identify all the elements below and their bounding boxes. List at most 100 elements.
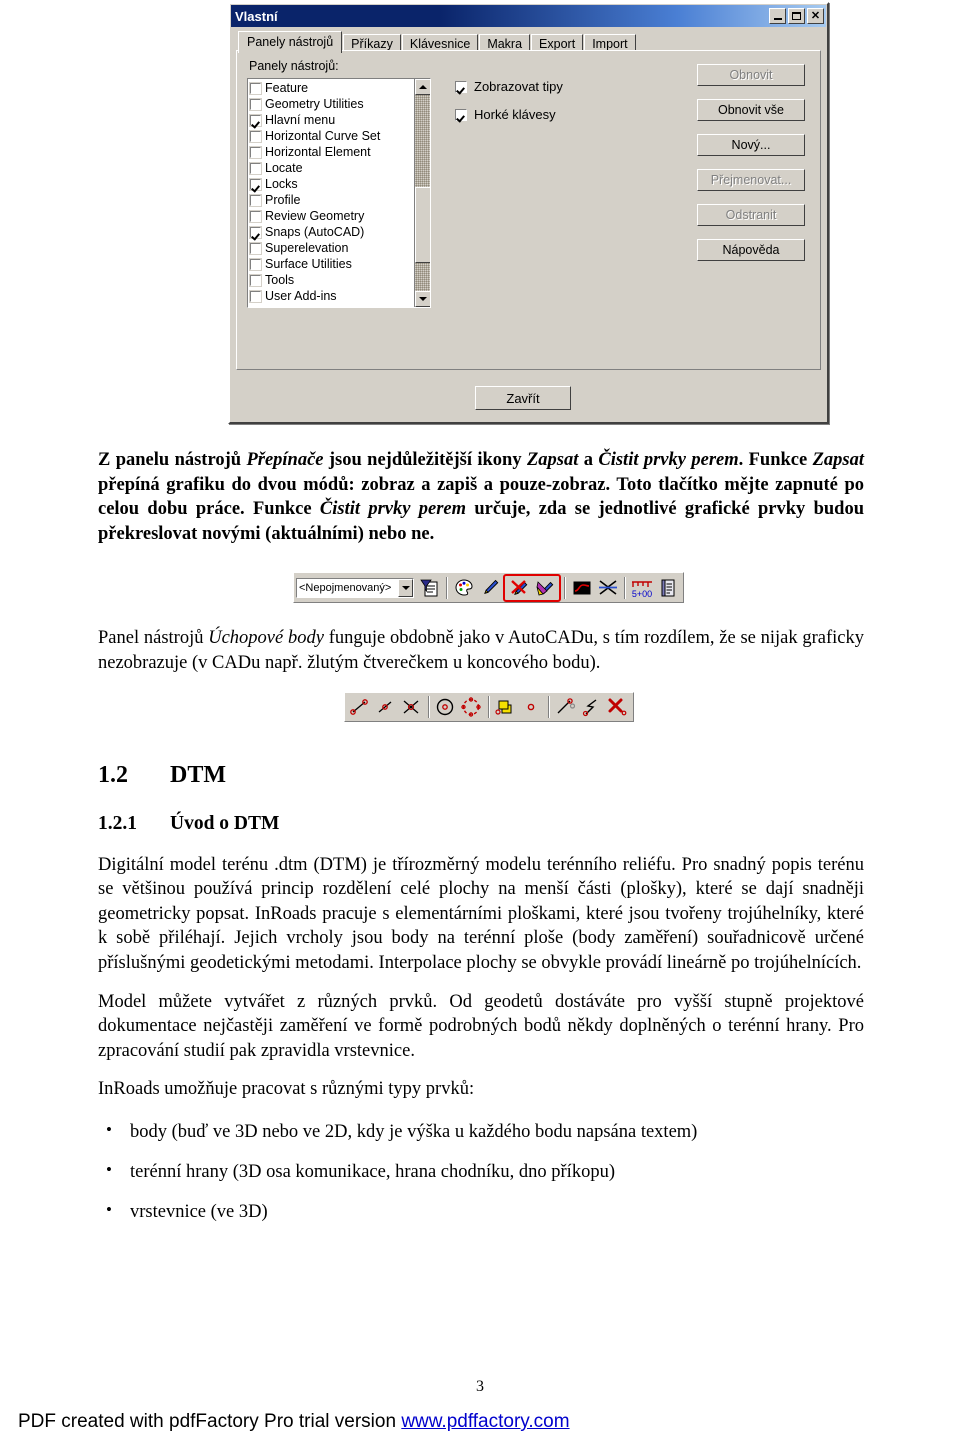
tab-label: Klávesnice xyxy=(409,37,471,51)
display-curve-icon[interactable] xyxy=(569,575,595,601)
snap-node-icon[interactable] xyxy=(519,694,545,720)
napoveda-button[interactable]: Nápověda xyxy=(697,239,805,261)
text-run-italic: Přepínače xyxy=(246,450,324,470)
scrollbar-thumb[interactable] xyxy=(415,187,430,263)
snap-center-icon[interactable] xyxy=(433,694,459,720)
checkbox[interactable] xyxy=(249,113,262,127)
checkbox[interactable] xyxy=(249,225,262,239)
list-item[interactable]: Horizontal Curve Set xyxy=(249,128,414,144)
list-item[interactable]: Geometry Utilities xyxy=(249,96,414,112)
checkbox[interactable] xyxy=(249,257,262,271)
clear-pen-icon[interactable] xyxy=(506,575,532,601)
heading-text: DTM xyxy=(170,761,226,788)
obnovit-button[interactable]: Obnovit xyxy=(697,64,805,86)
list-item[interactable]: Snaps (AutoCAD) xyxy=(249,224,414,240)
checkbox[interactable] xyxy=(249,145,262,159)
option-label: Zobrazovat tipy xyxy=(474,79,563,94)
prepinace-toolbar-image: <Nepojmenovaný> 5+00 xyxy=(293,572,684,603)
snap-insertion-icon[interactable] xyxy=(493,694,519,720)
heading-number: 1.2 xyxy=(98,761,128,788)
list-item[interactable]: Superelevation xyxy=(249,240,414,256)
pdf-footer: PDF created with pdfFactory Pro trial ve… xyxy=(18,1411,570,1433)
checkbox[interactable] xyxy=(249,289,262,303)
named-view-icon[interactable] xyxy=(417,575,443,601)
snap-none-icon[interactable] xyxy=(605,694,631,720)
list-item[interactable]: Tools xyxy=(249,272,414,288)
snap-intersection-icon[interactable] xyxy=(399,694,425,720)
list-item[interactable]: Locate xyxy=(249,160,414,176)
list-item[interactable]: Profile xyxy=(249,192,414,208)
checkbox[interactable] xyxy=(249,97,262,111)
zavrit-button[interactable]: Zavřít xyxy=(475,386,571,410)
scroll-down-icon[interactable] xyxy=(415,291,430,307)
snap-tangent-icon[interactable] xyxy=(579,694,605,720)
tab-panel: Panely nástrojů: Feature Geometry Utilit… xyxy=(236,50,821,370)
text-run: a xyxy=(578,450,599,470)
toolbar-separator xyxy=(428,696,430,718)
toolbar-separator xyxy=(564,576,566,599)
odstranit-button[interactable]: Odstranit xyxy=(697,204,805,226)
vlastni-dialog: Vlastní ✕ Panely nástrojů Příkazy Kláves… xyxy=(228,2,829,424)
dialog-titlebar[interactable]: Vlastní ✕ xyxy=(231,5,826,27)
checkbox[interactable] xyxy=(454,79,468,94)
toolbars-listbox[interactable]: Feature Geometry Utilities Hlavní menu H… xyxy=(247,78,431,308)
scroll-up-icon[interactable] xyxy=(415,79,430,95)
pdffactory-link[interactable]: www.pdffactory.com xyxy=(401,1411,569,1432)
paragraph-prepinace: Z panelu nástrojů Přepínače jsou nejdůle… xyxy=(98,448,864,546)
color-palette-icon[interactable] xyxy=(451,575,477,601)
novy-button[interactable]: Nový... xyxy=(697,134,805,156)
checkbox[interactable] xyxy=(249,209,262,223)
list-item-label: User Add-ins xyxy=(265,289,337,303)
combo-value: <Nepojmenovaný> xyxy=(299,581,392,594)
maximize-icon[interactable] xyxy=(788,8,805,24)
checkbox[interactable] xyxy=(249,177,262,191)
station-ruler-icon[interactable]: 5+00 xyxy=(629,575,655,601)
snap-endpoint-icon[interactable] xyxy=(347,694,373,720)
pen-icon[interactable] xyxy=(477,575,503,601)
snap-perpendicular-icon[interactable] xyxy=(553,694,579,720)
list-item[interactable]: Hlavní menu xyxy=(249,112,414,128)
list-item-label: Superelevation xyxy=(265,241,349,255)
svg-text:5+00: 5+00 xyxy=(632,589,652,599)
minimize-icon[interactable] xyxy=(769,8,786,24)
list-scrollbar[interactable] xyxy=(414,79,430,307)
checkbox[interactable] xyxy=(249,129,262,143)
checkbox[interactable] xyxy=(249,193,262,207)
cross-lines-icon[interactable] xyxy=(595,575,621,601)
report-icon[interactable] xyxy=(655,575,681,601)
snap-midpoint-icon[interactable] xyxy=(373,694,399,720)
text-run-italic: Zapsat xyxy=(812,450,864,470)
checkbox[interactable] xyxy=(454,107,468,122)
checkbox[interactable] xyxy=(249,81,262,95)
snap-quadrant-icon[interactable] xyxy=(459,694,485,720)
list-item[interactable]: Horizontal Element xyxy=(249,144,414,160)
tab-label: Příkazy xyxy=(351,37,393,51)
text-run: . Funkce xyxy=(738,450,813,470)
checkbox[interactable] xyxy=(249,273,262,287)
button-label: Přejmenovat... xyxy=(710,173,792,187)
list-item[interactable]: Review Geometry xyxy=(249,208,414,224)
write-pen-icon[interactable] xyxy=(532,575,558,601)
option-zobrazovat-tipy[interactable]: Zobrazovat tipy xyxy=(454,79,563,94)
checkbox[interactable] xyxy=(249,241,262,255)
paragraph-uchopove-body: Panel nástrojů Úchopové body funguje obd… xyxy=(98,626,864,675)
list-item[interactable]: User Add-ins xyxy=(249,288,414,304)
checkbox[interactable] xyxy=(249,161,262,175)
text-run-italic: Čistit prvky perem xyxy=(319,499,467,520)
tab-panely-nastroju[interactable]: Panely nástrojů xyxy=(238,31,343,53)
named-config-combo[interactable]: <Nepojmenovaný> xyxy=(296,577,414,598)
close-icon[interactable]: ✕ xyxy=(807,8,824,24)
toolbar-separator xyxy=(548,696,550,718)
list-item: terénní hrany (3D osa komunikace, hrana … xyxy=(98,1159,864,1184)
prejmenovat-button[interactable]: Přejmenovat... xyxy=(697,169,805,191)
list-item[interactable]: Feature xyxy=(249,80,414,96)
button-label: Zavřít xyxy=(506,390,540,406)
chevron-down-icon[interactable] xyxy=(398,578,413,597)
window-buttons: ✕ xyxy=(769,8,824,24)
option-horke-klavesy[interactable]: Horké klávesy xyxy=(454,107,556,122)
list-item-label: Feature xyxy=(265,81,309,95)
obnovit-vse-button[interactable]: Obnovit vše xyxy=(697,99,805,121)
list-item[interactable]: Surface Utilities xyxy=(249,256,414,272)
list-item[interactable]: Locks xyxy=(249,176,414,192)
button-label: Nápověda xyxy=(722,243,780,257)
